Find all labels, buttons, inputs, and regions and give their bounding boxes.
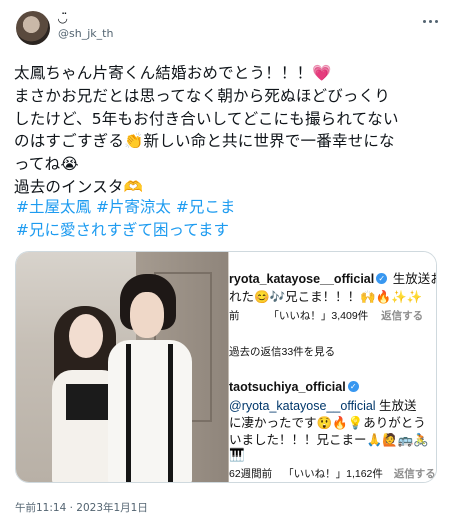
- reply-link: 返信する: [381, 310, 424, 322]
- user-handle[interactable]: @sh_jk_th: [58, 27, 113, 40]
- display-name[interactable]: ◡̈: [58, 11, 67, 25]
- instagram-comments-screenshot: ryota_katayose__official✓ 生放送お疲 れた😊🎶兄こま！…: [229, 252, 436, 482]
- hashtag-link[interactable]: #土屋太鳳: [16, 198, 91, 216]
- tweet-line: したけど、5年もお付き合いしてどこにも撮られてない: [14, 109, 399, 128]
- tweet-line: まさかお兄だとは思ってなく朝から死ぬほどびっくり: [14, 86, 391, 105]
- couple-photo: [16, 252, 229, 482]
- view-replies-text: 過去の返信33件を見る: [229, 346, 336, 358]
- verified-badge-icon: ✓: [347, 381, 359, 393]
- user-avatar[interactable]: [16, 11, 50, 45]
- comment-mention: @ryota_katayose__official: [229, 399, 376, 413]
- comment-text: 生放送: [375, 399, 417, 413]
- comment-2-meta: 62週間前 「いいね！」1,162件 返信する: [229, 466, 436, 481]
- comment-text: れた😊🎶兄こま！！！🙌🔥✨✨: [229, 290, 423, 304]
- attached-image[interactable]: ryota_katayose__official✓ 生放送お疲 れた😊🎶兄こま！…: [15, 251, 437, 483]
- comment-text: いました！！！兄こまー🙏🙋🚌🚴: [229, 433, 429, 447]
- hashtag-link[interactable]: #片寄涼太: [96, 198, 171, 216]
- comment-text: 生放送お疲: [392, 272, 436, 286]
- comment-2-header: taotsuchiya_official ✓: [229, 378, 361, 396]
- comment-text: に凄かったです😲🔥💡ありがとう: [229, 416, 426, 430]
- hashtag-link[interactable]: #兄に愛されすぎて困ってます: [16, 221, 229, 239]
- verified-badge-icon: ✓: [376, 273, 388, 285]
- more-horizontal-icon[interactable]: [420, 14, 440, 28]
- tweet-timestamp[interactable]: 午前11:14 · 2023年1月1日: [15, 500, 148, 515]
- hashtag-link[interactable]: #兄こま: [176, 198, 236, 216]
- comment-username: ryota_katayose__official: [229, 272, 375, 286]
- comment-likes: 「いいね！」1,162件: [283, 468, 383, 480]
- tweet-line: 太鳳ちゃん片寄くん結婚おめでとう！！！💗: [14, 64, 332, 82]
- reply-link: 返信する: [393, 468, 436, 480]
- hashtag-list: #土屋太鳳 #片寄涼太 #兄こま #兄に愛されすぎて困ってます: [16, 196, 436, 241]
- comment-2-line: 🎹: [229, 446, 245, 464]
- comment-username: taotsuchiya_official: [229, 380, 346, 394]
- view-replies: 過去の返信33件を見る: [229, 344, 335, 359]
- tweet-body: 太鳳ちゃん片寄くん結婚おめでとう！！！💗 まさかお兄だとは思ってなく朝から死ぬほ…: [14, 62, 444, 199]
- comment-text: 🎹: [229, 448, 245, 462]
- comment-time: 前: [229, 310, 240, 322]
- tweet-line: のはすごすぎる👏新しい命と共に世界で一番幸せにな: [14, 132, 395, 151]
- comment-time: 62週間前: [229, 468, 273, 480]
- tweet-line: ってね😭: [14, 155, 79, 174]
- comment-likes: 「いいね！」3,409件: [268, 310, 369, 322]
- tweet-header: ◡̈ @sh_jk_th: [0, 0, 451, 60]
- comment-1-body: れた😊🎶兄こま！！！🙌🔥✨✨: [229, 286, 422, 306]
- comment-1-header: ryota_katayose__official✓ 生放送お疲: [229, 268, 436, 288]
- comment-1-meta: 前 「いいね！」3,409件 返信する: [229, 308, 423, 323]
- comment-2-line: いました！！！兄こまー🙏🙋🚌🚴: [229, 429, 429, 449]
